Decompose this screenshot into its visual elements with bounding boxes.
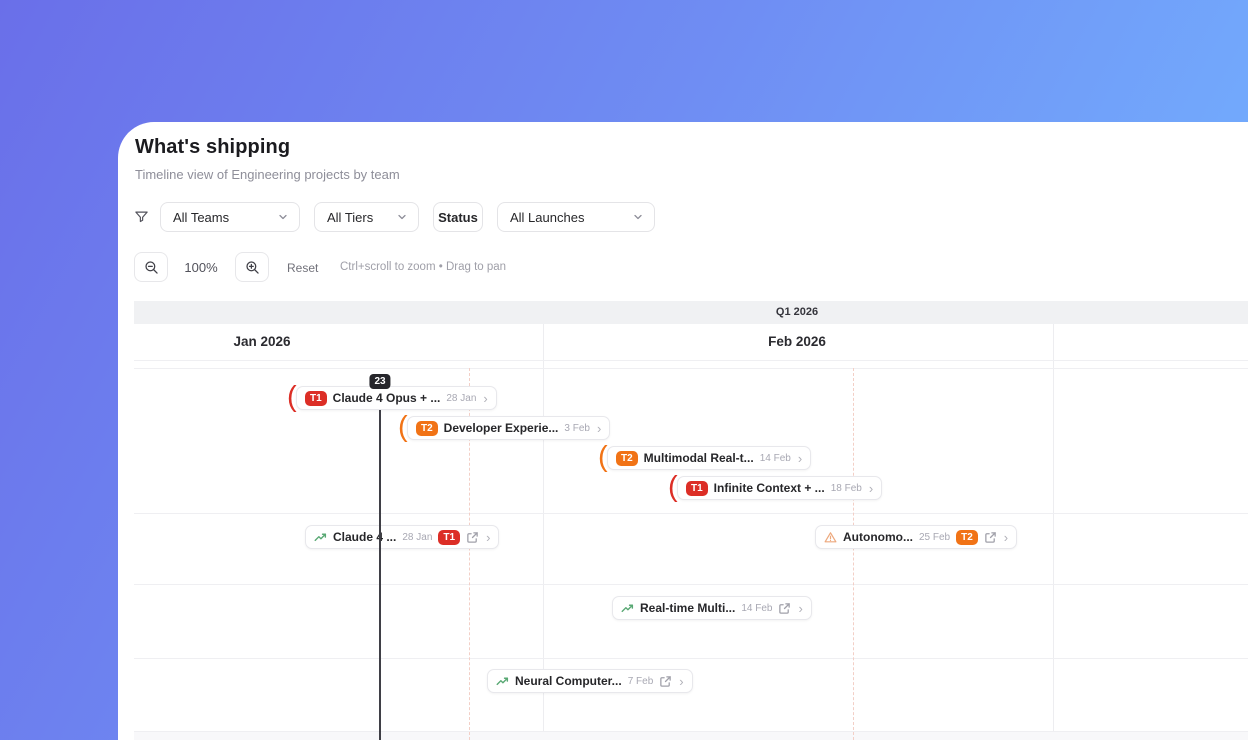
teams-filter-label: All Teams <box>173 209 230 225</box>
launch-item-date: 7 Feb <box>627 675 654 687</box>
launch-item[interactable]: Real-time Multi... 14 Feb › <box>612 596 812 620</box>
start-bracket-icon: ( <box>398 410 408 443</box>
roadmap-item[interactable]: ( T1 Claude 4 Opus + ... 28 Jan › <box>287 382 497 411</box>
trend-up-icon <box>621 602 634 615</box>
roadmap-item[interactable]: ( T2 Multimodal Real-t... 14 Feb › <box>598 442 812 471</box>
start-bracket-icon: ( <box>287 380 297 413</box>
row-separator <box>134 658 1248 659</box>
launch-item-date: 28 Jan <box>402 531 433 543</box>
whats-shipping-page: What's shipping Timeline view of Enginee… <box>0 0 1248 740</box>
chevron-down-icon <box>634 214 642 220</box>
reset-zoom-button[interactable]: Reset <box>287 261 318 275</box>
chevron-right-icon: › <box>486 529 491 545</box>
warning-icon <box>824 531 837 544</box>
tier-badge: T2 <box>956 529 978 545</box>
zoom-out-icon <box>144 260 158 274</box>
external-link-icon[interactable] <box>778 602 791 615</box>
today-marker-badge: 23 <box>369 374 391 389</box>
today-line <box>379 374 381 740</box>
month-label-jan: Jan 2026 <box>233 334 291 349</box>
chevron-down-icon <box>279 214 287 220</box>
start-bracket-icon: ( <box>668 470 678 503</box>
chevron-right-icon: › <box>1003 529 1009 545</box>
launch-item[interactable]: Claude 4 ... 28 Jan T1 › <box>305 525 500 549</box>
roadmap-item-label: Developer Experie... <box>443 421 559 435</box>
chevron-right-icon: › <box>868 480 874 496</box>
page-title: What's shipping <box>135 136 291 158</box>
roadmap-item-label: Multimodal Real-t... <box>643 451 754 465</box>
tier-badge: T1 <box>686 480 708 496</box>
deadline-dashed-line <box>853 368 854 740</box>
launch-item-label: Claude 4 ... <box>333 530 397 544</box>
tiers-filter-select[interactable]: All Tiers <box>314 202 419 232</box>
chevron-right-icon: › <box>596 420 602 436</box>
external-link-icon[interactable] <box>466 531 479 544</box>
launches-filter-label: All Launches <box>510 209 585 225</box>
month-gridline <box>1053 324 1054 740</box>
status-filter-label: Status <box>438 209 478 225</box>
launch-item-label: Real-time Multi... <box>640 601 736 615</box>
tier-badge: T2 <box>416 420 438 436</box>
zoom-in-button[interactable] <box>235 252 269 282</box>
external-link-icon[interactable] <box>984 531 997 544</box>
roadmap-item-date: 18 Feb <box>830 482 862 494</box>
zoom-in-icon <box>245 260 259 274</box>
chevron-right-icon: › <box>797 450 803 466</box>
trend-up-icon <box>496 675 509 688</box>
tier-badge: T2 <box>616 450 638 466</box>
tier-badge: T1 <box>305 390 327 406</box>
roadmap-item[interactable]: ( T2 Developer Experie... 3 Feb › <box>398 412 611 441</box>
trend-up-icon <box>314 531 327 544</box>
zoom-level: 100% <box>184 260 218 275</box>
external-link-icon[interactable] <box>659 675 672 688</box>
launch-item-label: Autonomo... <box>843 530 913 544</box>
row-separator <box>134 513 1248 514</box>
chevron-down-icon <box>398 214 406 220</box>
tiers-filter-label: All Tiers <box>327 209 374 225</box>
next-row-band <box>134 732 1248 740</box>
quarter-header-band: Q1 2026 <box>134 301 1248 324</box>
launch-item-label: Neural Computer... <box>515 674 622 688</box>
zoom-hint-text: Ctrl+scroll to zoom • Drag to pan <box>340 261 507 273</box>
roadmap-item-label: Claude 4 Opus + ... <box>332 391 441 405</box>
row-separator <box>134 360 1248 361</box>
roadmap-item[interactable]: ( T1 Infinite Context + ... 18 Feb › <box>668 472 883 501</box>
launch-item-date: 25 Feb <box>918 531 951 543</box>
status-filter-button[interactable]: Status <box>433 202 483 232</box>
roadmap-item-date: 14 Feb <box>759 452 791 464</box>
launches-filter-select[interactable]: All Launches <box>497 202 655 232</box>
roadmap-item-label: Infinite Context + ... <box>713 481 825 495</box>
start-bracket-icon: ( <box>598 440 608 473</box>
launch-item[interactable]: Neural Computer... 7 Feb › <box>487 669 693 693</box>
teams-filter-select[interactable]: All Teams <box>160 202 300 232</box>
row-separator <box>134 368 1248 369</box>
page-subtitle: Timeline view of Engineering projects by… <box>135 167 400 182</box>
chevron-right-icon: › <box>483 390 488 406</box>
launch-item[interactable]: Autonomo... 25 Feb T2 › <box>815 525 1018 549</box>
zoom-out-button[interactable] <box>134 252 168 282</box>
chevron-right-icon: › <box>798 600 803 616</box>
chevron-right-icon: › <box>679 673 684 689</box>
launch-item-date: 14 Feb <box>741 602 773 614</box>
quarter-label: Q1 2026 <box>775 306 819 318</box>
tier-badge: T1 <box>438 529 461 545</box>
roadmap-item-date: 3 Feb <box>564 422 590 434</box>
roadmap-item-date: 28 Jan <box>446 392 477 404</box>
filter-icon <box>134 209 149 224</box>
month-label-feb: Feb 2026 <box>768 334 826 349</box>
row-separator <box>134 584 1248 585</box>
